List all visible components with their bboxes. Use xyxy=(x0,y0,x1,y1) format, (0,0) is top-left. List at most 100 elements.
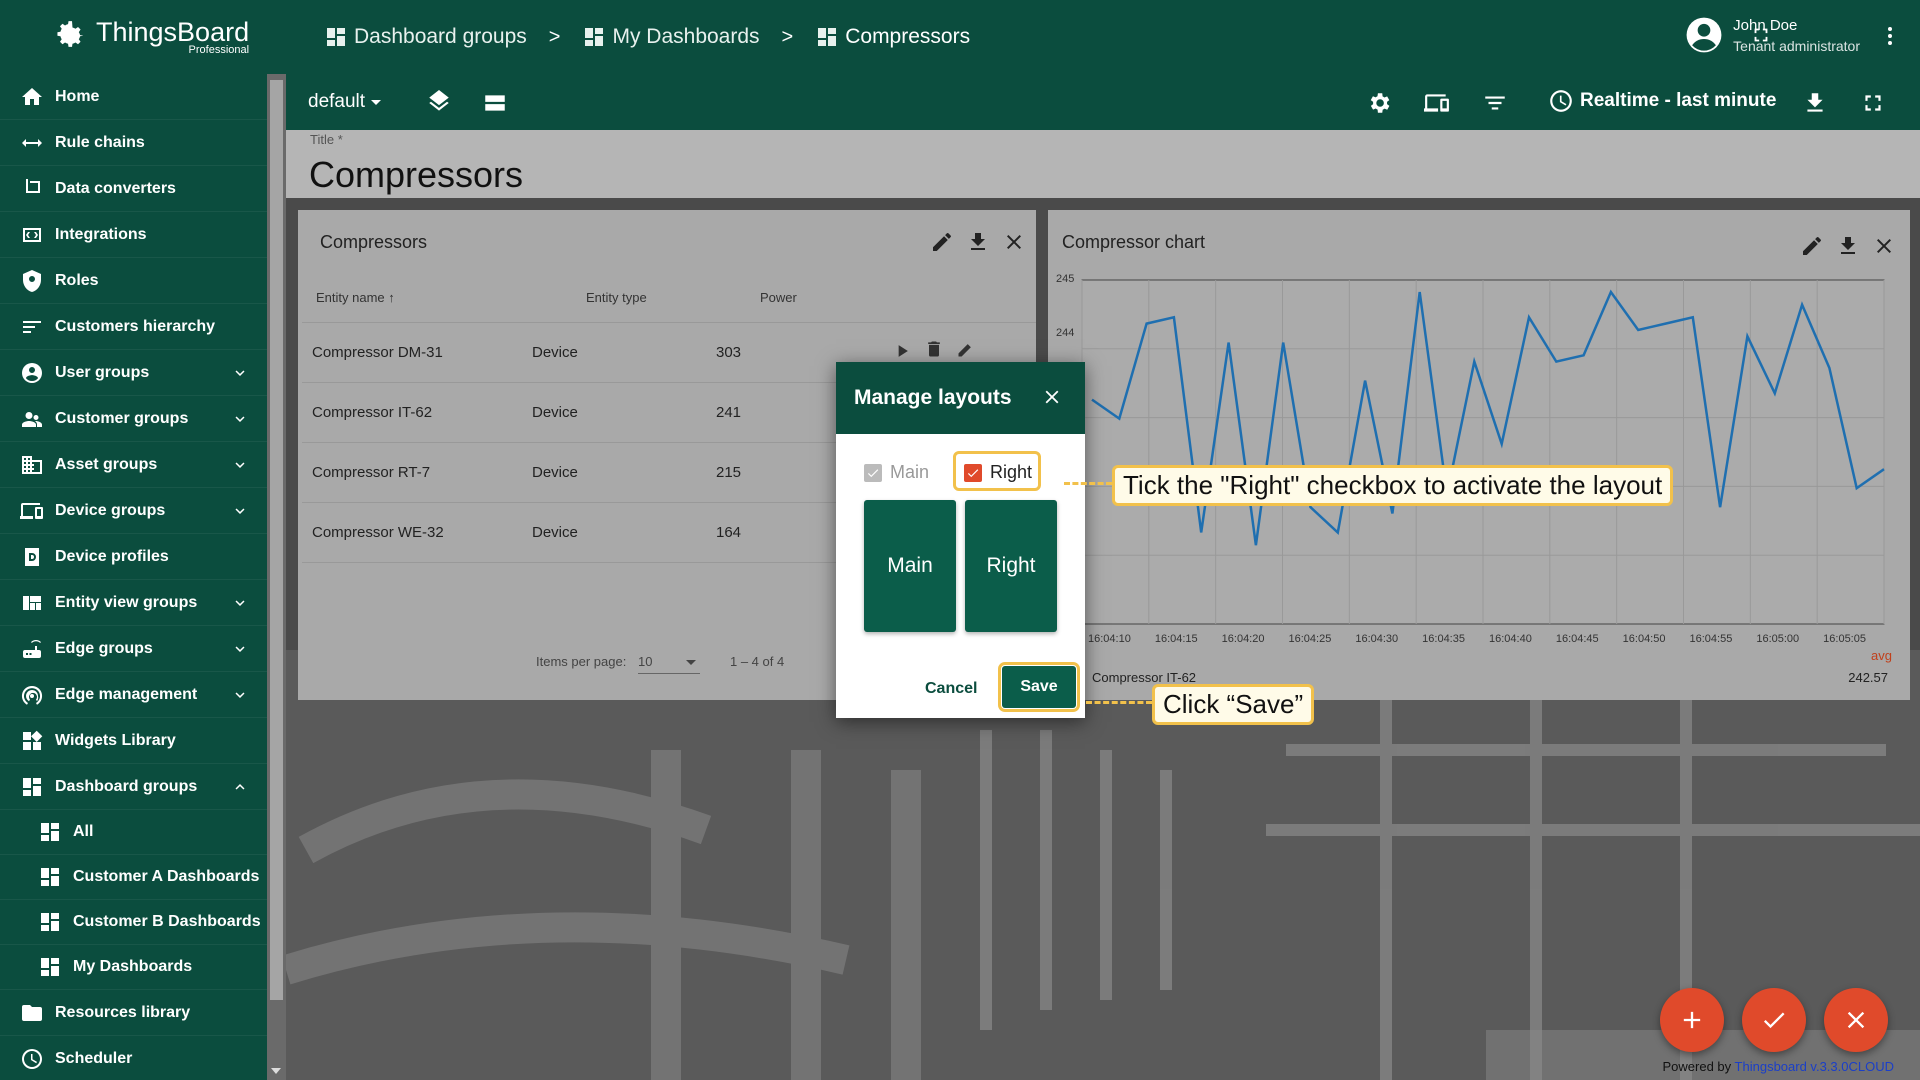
download-icon[interactable] xyxy=(966,230,990,254)
add-widget-button[interactable] xyxy=(1660,988,1724,1052)
supervisor-icon xyxy=(19,406,45,432)
timewindow-button[interactable]: Realtime - last minute xyxy=(1548,88,1776,114)
sidebar-scrollbar[interactable] xyxy=(267,74,286,1080)
download-icon[interactable] xyxy=(1802,90,1828,116)
layout-right-button[interactable]: Right xyxy=(965,500,1057,632)
more-vert-icon[interactable] xyxy=(1878,24,1902,48)
cell-entity-type: Device xyxy=(532,404,578,421)
chevron-down-icon[interactable] xyxy=(231,640,249,658)
cancel-button[interactable]: Cancel xyxy=(925,680,977,698)
sidebar-item-customer-groups[interactable]: Customer groups xyxy=(0,396,267,442)
column-label: Entity name xyxy=(316,290,385,305)
checkbox-box[interactable] xyxy=(964,463,982,482)
chevron-down-icon[interactable] xyxy=(231,594,249,612)
sidebar-item-scheduler[interactable]: Scheduler xyxy=(0,1036,267,1080)
apply-changes-button[interactable] xyxy=(1742,988,1806,1052)
sidebar-item-entity-view-groups[interactable]: Entity view groups xyxy=(0,580,267,626)
dashboard-icon xyxy=(818,28,837,46)
sidebar-item-integrations[interactable]: Integrations xyxy=(0,212,267,258)
home-icon xyxy=(19,84,45,110)
sidebar-item-all[interactable]: All xyxy=(0,810,267,855)
sidebar-item-edge-management[interactable]: Edge management xyxy=(0,672,267,718)
integrations-icon xyxy=(19,222,45,248)
sidebar-item-data-converters[interactable]: Data converters xyxy=(0,166,267,212)
sidebar-item-asset-groups[interactable]: Asset groups xyxy=(0,442,267,488)
sidebar-item-user-groups[interactable]: User groups xyxy=(0,350,267,396)
legend-series-name[interactable]: Compressor IT-62 xyxy=(1092,670,1196,685)
sidebar-item-label: Entity view groups xyxy=(55,593,198,611)
edit-icon[interactable] xyxy=(956,339,976,363)
sidebar-item-customer-b-dashboards[interactable]: Customer B Dashboards xyxy=(0,900,267,945)
sidebar-menu: Home Rule chains Data converters Integratio… xyxy=(0,74,267,1080)
sidebar-item-device-profiles[interactable]: Device profiles xyxy=(0,534,267,580)
sidebar-item-roles[interactable]: Roles xyxy=(0,258,267,304)
sidebar-item-widgets-library[interactable]: Widgets Library xyxy=(0,718,267,764)
settings-icon[interactable] xyxy=(1366,90,1392,116)
chevron-down-icon[interactable] xyxy=(231,364,249,382)
dashboard-title-input[interactable]: Compressors xyxy=(309,154,523,196)
sidebar-item-customer-a-dashboards[interactable]: Customer A Dashboards xyxy=(0,855,267,900)
user-name: John Doe xyxy=(1733,16,1798,34)
breadcrumb-dashboard-groups[interactable]: Dashboard groups xyxy=(324,25,527,49)
layout-main-button[interactable]: Main xyxy=(864,500,956,632)
sidebar-item-dashboard-groups[interactable]: Dashboard groups xyxy=(0,764,267,810)
scroll-thumb[interactable] xyxy=(270,80,283,1000)
callout-connector xyxy=(1086,701,1152,704)
x-tick-label: 16:04:55 xyxy=(1690,633,1733,645)
chevron-down-icon[interactable] xyxy=(231,502,249,520)
sidebar-item-home[interactable]: Home xyxy=(0,74,267,120)
check-icon xyxy=(1763,1012,1785,1029)
layout-select[interactable]: default xyxy=(308,91,382,113)
sidebar-item-label: Edge management xyxy=(55,685,198,703)
column-header-entity-name[interactable]: Entity name ↑ xyxy=(316,290,395,305)
cell-entity-type: Device xyxy=(532,464,578,481)
sidebar-item-edge-groups[interactable]: Edge groups xyxy=(0,626,267,672)
layers-icon[interactable] xyxy=(426,90,452,116)
column-header-power[interactable]: Power xyxy=(760,290,797,305)
chevron-down-icon[interactable] xyxy=(231,410,249,428)
close-icon[interactable] xyxy=(1002,230,1026,254)
breadcrumb-label: Dashboard groups xyxy=(354,25,527,48)
sidebar-item-label: Home xyxy=(55,87,100,105)
sidebar-item-label: Edge groups xyxy=(55,639,153,657)
view-stream-icon[interactable] xyxy=(482,90,508,116)
close-icon[interactable] xyxy=(1041,386,1063,408)
sidebar-item-my-dashboards[interactable]: My Dashboards xyxy=(0,945,267,990)
sidebar-item-label: Data converters xyxy=(55,179,176,197)
fullscreen-icon[interactable] xyxy=(1860,90,1886,116)
column-header-entity-type[interactable]: Entity type xyxy=(586,290,647,305)
chevron-down-icon[interactable] xyxy=(231,456,249,474)
dashboard-icon xyxy=(37,864,63,890)
user-menu[interactable]: John Doe Tenant administrator xyxy=(1685,16,1860,54)
powered-prefix: Powered by xyxy=(1662,1059,1732,1074)
caret-down-icon xyxy=(686,660,696,665)
hierarchy-icon xyxy=(19,314,45,340)
edit-icon[interactable] xyxy=(930,230,954,254)
pagination-range: 1 – 4 of 4 xyxy=(730,654,785,669)
x-tick-label: 16:05:05 xyxy=(1823,633,1866,645)
logo[interactable]: ThingsBoard Professional xyxy=(0,0,286,74)
chevron-down-icon[interactable] xyxy=(231,686,249,704)
checkbox-right[interactable]: Right xyxy=(964,462,1032,483)
delete-icon[interactable] xyxy=(924,339,944,363)
save-button[interactable]: Save xyxy=(998,662,1080,712)
filter-icon[interactable] xyxy=(1482,90,1508,116)
x-tick-label: 16:05:00 xyxy=(1756,633,1799,645)
scroll-down-arrow[interactable] xyxy=(271,1068,281,1074)
chevron-up-icon[interactable] xyxy=(231,778,249,796)
title-field-label: Title * xyxy=(310,132,343,147)
breadcrumb-label: My Dashboards xyxy=(612,25,760,48)
dashboard-area: Title * Compressors Compressors Entity n… xyxy=(286,130,1920,1080)
breadcrumb-my-dashboards[interactable]: My Dashboards xyxy=(582,25,760,49)
compressor-chart-widget: Compressor chart 245 244 16:04:10 16:04:15 1… xyxy=(1048,210,1910,700)
devices-icon[interactable] xyxy=(1424,90,1450,116)
sidebar-item-device-groups[interactable]: Device groups xyxy=(0,488,267,534)
sidebar-item-rule-chains[interactable]: Rule chains xyxy=(0,120,267,166)
powered-link[interactable]: Thingsboard v.3.3.0CLOUD xyxy=(1735,1059,1894,1074)
cell-entity-type: Device xyxy=(532,344,578,361)
thingsboard-logo-icon xyxy=(57,21,84,47)
sidebar-item-resources-library[interactable]: Resources library xyxy=(0,990,267,1036)
items-per-page-select[interactable]: 10 xyxy=(638,654,700,674)
decline-changes-button[interactable] xyxy=(1824,988,1888,1052)
sidebar-item-customers-hierarchy[interactable]: Customers hierarchy xyxy=(0,304,267,350)
